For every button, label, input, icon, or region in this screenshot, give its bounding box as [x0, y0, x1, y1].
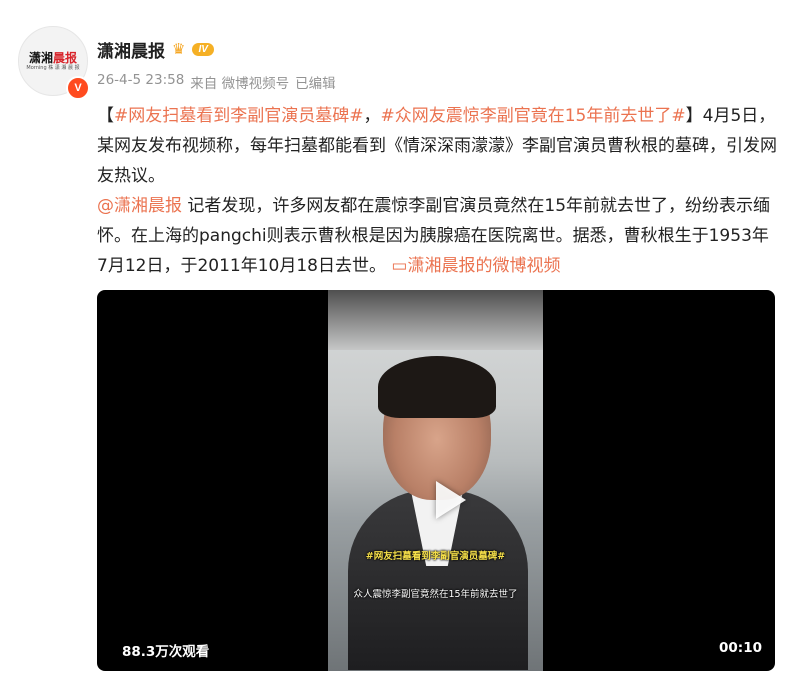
person-hair [378, 356, 496, 418]
play-icon[interactable] [436, 481, 466, 519]
post-meta: 26-4-5 23:58 来自 微博视频号 已编辑 [97, 72, 336, 92]
post-content: 【#网友扫墓看到李副官演员墓碑#，#众网友震惊李副官竟在15年前去世了#】4月5… [97, 101, 777, 281]
mention-link[interactable]: @潇湘晨报 [97, 196, 182, 216]
avatar-logo: 潇湘晨报 [28, 50, 78, 65]
author-name[interactable]: 潇湘晨报 [97, 37, 165, 62]
paragraph-1: 【#网友扫墓看到李副官演员墓碑#，#众网友震惊李副官竟在15年前去世了#】4月5… [97, 106, 777, 186]
edited-label[interactable]: 已编辑 [295, 72, 336, 92]
video-link-icon: ▭ [391, 256, 408, 276]
author-avatar[interactable]: 潇湘晨报 Morning 株 潇 湘 晨 报 V [18, 26, 92, 100]
video-duration: 00:10 [719, 640, 762, 656]
verified-badge-icon: V [66, 76, 90, 100]
video-link[interactable]: ▭潇湘晨报的微博视频 [391, 256, 560, 276]
frame-background [328, 290, 543, 350]
video-overlay-subtitle: 众人震惊李副官竟然在15年前就去世了 [353, 589, 518, 600]
video-overlay-hashtag: #网友扫墓看到李副官演员墓碑# [365, 551, 506, 562]
view-count: 88.3万次观看 [122, 644, 210, 660]
paragraph-2: @潇湘晨报 记者发现，许多网友都在震惊李副官演员竟然在15年前就去世了，纷纷表示… [97, 196, 771, 276]
video-player[interactable]: #网友扫墓看到李副官演员墓碑# 众人震惊李副官竟然在15年前就去世了 88.3万… [97, 290, 775, 671]
crown-icon[interactable]: ♛ [172, 41, 185, 57]
post-source: 来自 微博视频号 [190, 76, 290, 92]
avatar-logo-sub: Morning 株 潇 湘 晨 报 [26, 64, 80, 71]
level-badge[interactable]: IV [192, 42, 214, 56]
post-timestamp[interactable]: 26-4-5 23:58 [97, 72, 184, 92]
author-line: 潇湘晨报 ♛ IV [97, 37, 214, 62]
hashtag-link[interactable]: #网友扫墓看到李副官演员墓碑# [114, 106, 364, 126]
hashtag-link[interactable]: #众网友震惊李副官竟在15年前去世了# [381, 106, 686, 126]
